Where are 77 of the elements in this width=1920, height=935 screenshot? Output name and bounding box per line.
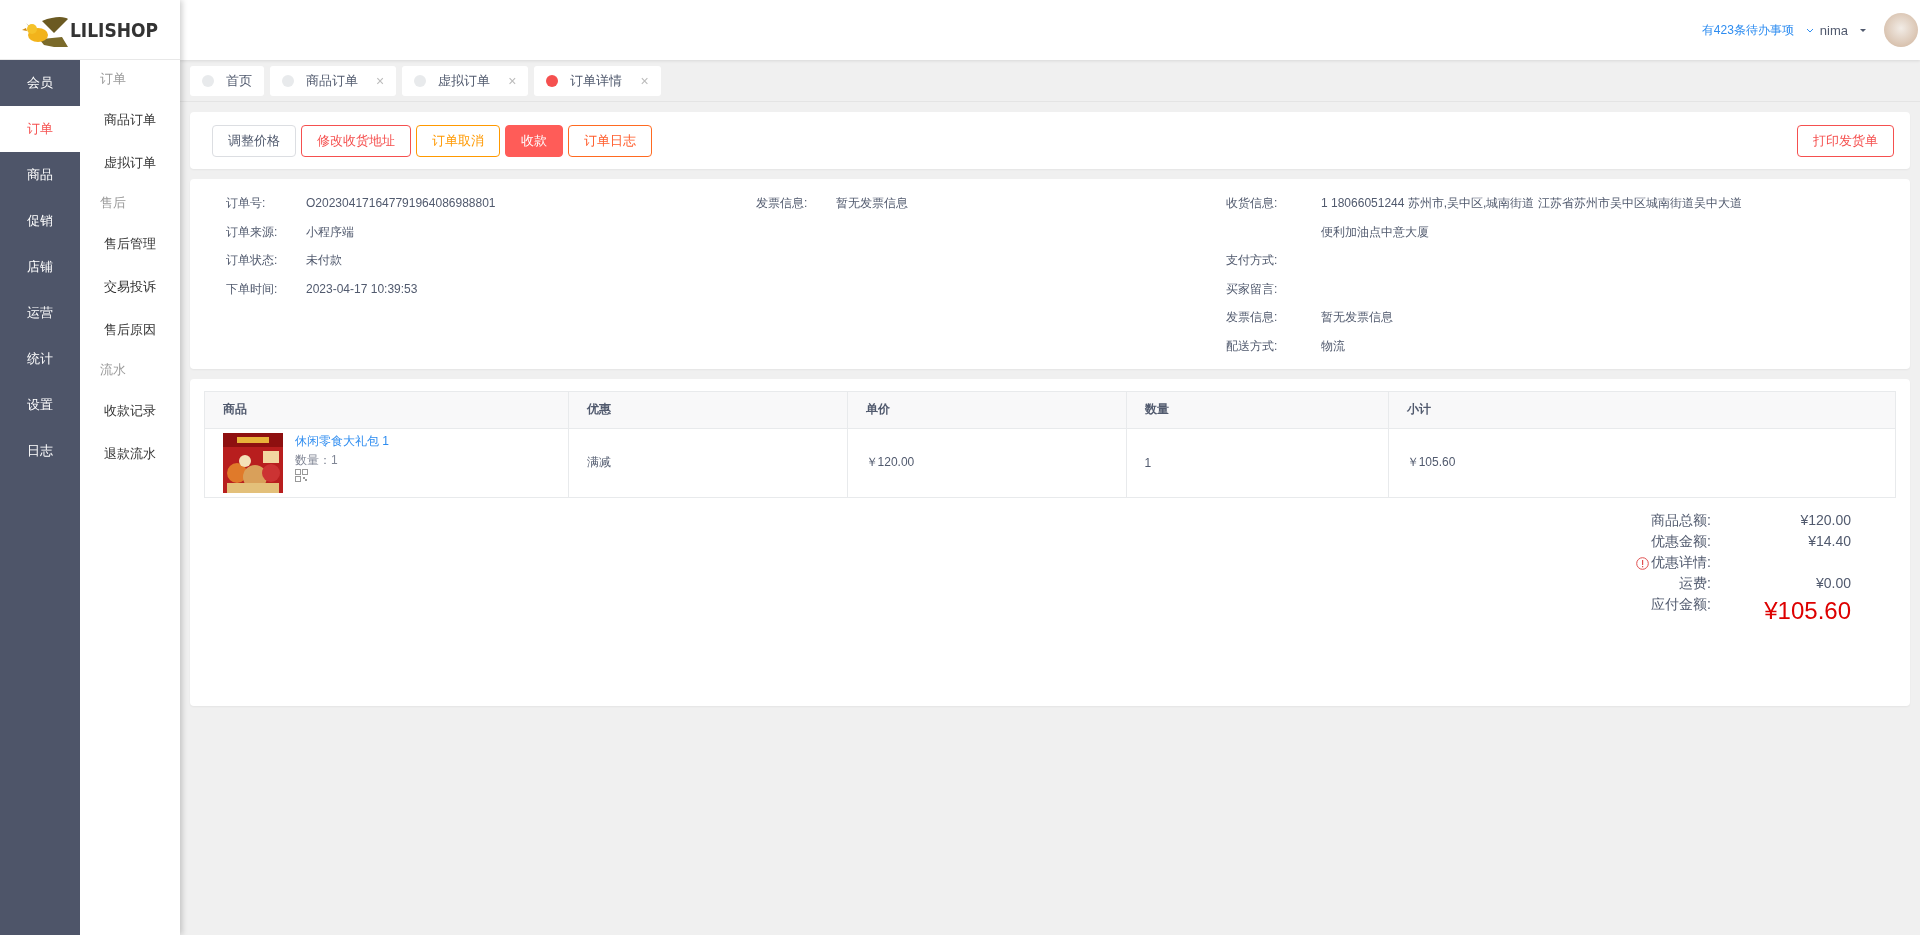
avatar[interactable] <box>1884 13 1918 47</box>
field-label: 订单号: <box>226 195 267 212</box>
field-value: 物流 <box>1321 337 1345 355</box>
table-cell: 1 <box>1126 428 1389 498</box>
status-dot <box>546 75 559 87</box>
field-value: 2023-04-17 10:39:53 <box>306 280 418 298</box>
chevron-down-icon <box>1805 27 1814 33</box>
submenu-item[interactable]: 虚拟订单 <box>80 143 180 186</box>
column-header: 优惠 <box>568 391 848 429</box>
nav-item[interactable]: 设置 <box>0 382 80 428</box>
field-value: 暂无发票信息 <box>1321 309 1393 327</box>
field-value: 暂无发票信息 <box>836 195 908 212</box>
submenu-item[interactable]: 收款记录 <box>80 391 180 434</box>
column-header: 商品 <box>204 391 569 429</box>
tab-label: 订单详情 <box>570 72 623 90</box>
tab-label: 首页 <box>226 72 252 90</box>
field-value: 小程序端 <box>306 223 354 241</box>
field-value: 未付款 <box>306 252 342 270</box>
field-label: 订单状态: <box>226 252 279 270</box>
tab[interactable]: 首页 <box>190 66 264 96</box>
table-cell: 满减 <box>568 428 848 498</box>
table-cell: ￥105.60 <box>1388 428 1896 498</box>
tab[interactable]: 虚拟订单 × <box>402 66 529 96</box>
summary-label: 运费: <box>1679 575 1711 594</box>
field-label: 订单来源: <box>226 223 279 241</box>
submenu-item[interactable]: 退款流水 <box>80 434 180 477</box>
menu-group-title: 售后 <box>99 195 127 212</box>
todo-link[interactable]: 有423条待办事项 <box>1701 21 1794 39</box>
field-label: 收货信息: <box>1226 195 1279 212</box>
menu-group-title: 流水 <box>99 362 127 379</box>
tab-label: 商品订单 <box>306 72 358 90</box>
tab-label: 虚拟订单 <box>438 72 491 90</box>
summary-label: 优惠详情: <box>1651 554 1711 573</box>
menu-group-title: 订单 <box>99 71 127 88</box>
action-button[interactable]: 调整价格 <box>212 125 296 157</box>
column-header: 数量 <box>1126 391 1389 429</box>
caret-down-icon <box>1860 28 1866 32</box>
nav-item[interactable]: 统计 <box>0 336 80 382</box>
field-value: O202304171647791964086988801 <box>306 195 496 212</box>
nav-item[interactable]: 商品 <box>0 152 80 198</box>
summary-value: ¥105.60 <box>1763 595 1851 626</box>
submenu-item[interactable]: 交易投诉 <box>80 267 180 310</box>
field-label: 下单时间: <box>226 280 279 298</box>
column-header: 小计 <box>1388 391 1896 429</box>
warning-icon <box>1636 556 1650 570</box>
submenu-item[interactable]: 售后原因 <box>80 310 180 353</box>
product-name-link[interactable]: 休闲零食大礼包 1 <box>295 432 389 450</box>
user-name[interactable]: nima <box>1819 22 1848 38</box>
qr-code-icon <box>295 468 308 482</box>
column-header: 单价 <box>847 391 1127 429</box>
tab[interactable]: 订单详情 × <box>534 66 661 96</box>
action-button[interactable]: 修改收货地址 <box>301 125 411 157</box>
field-label: 支付方式: <box>1226 252 1279 270</box>
summary-label: 优惠金额: <box>1651 533 1711 552</box>
nav-item[interactable]: 日志 <box>0 428 80 474</box>
nav-item[interactable]: 订单 <box>0 106 80 152</box>
field-value: 1 18066051244 苏州市,吴中区,城南街道 江苏省苏州市吴中区城南街道吴中大道便利加油点中意大厦 <box>1321 195 1743 241</box>
nav-item[interactable]: 运营 <box>0 290 80 336</box>
quantity-text: 数量：1 <box>295 451 339 469</box>
submenu-item[interactable]: 商品订单 <box>80 100 180 143</box>
nav-item[interactable]: 促销 <box>0 198 80 244</box>
tab[interactable]: 商品订单 × <box>270 66 397 96</box>
summary-label: 应付金额: <box>1651 596 1711 615</box>
field-label: 发票信息: <box>1226 309 1279 327</box>
summary-label: 商品总额: <box>1651 512 1711 531</box>
logo-text: LILISHOP <box>69 18 159 41</box>
summary-value: ¥120.00 <box>1799 511 1851 530</box>
summary-value: ¥0.00 <box>1814 574 1851 593</box>
print-button[interactable]: 打印发货单 <box>1797 125 1894 157</box>
field-label: 发票信息: <box>756 195 809 212</box>
nav-item[interactable]: 会员 <box>0 60 80 106</box>
field-label: 买家留言: <box>1226 280 1279 298</box>
field-label: 配送方式: <box>1226 337 1279 355</box>
nav-item[interactable]: 店铺 <box>0 244 80 290</box>
submenu-item[interactable]: 售后管理 <box>80 224 180 267</box>
table-cell: ￥120.00 <box>847 428 1127 498</box>
summary-value: ¥14.40 <box>1807 532 1851 551</box>
